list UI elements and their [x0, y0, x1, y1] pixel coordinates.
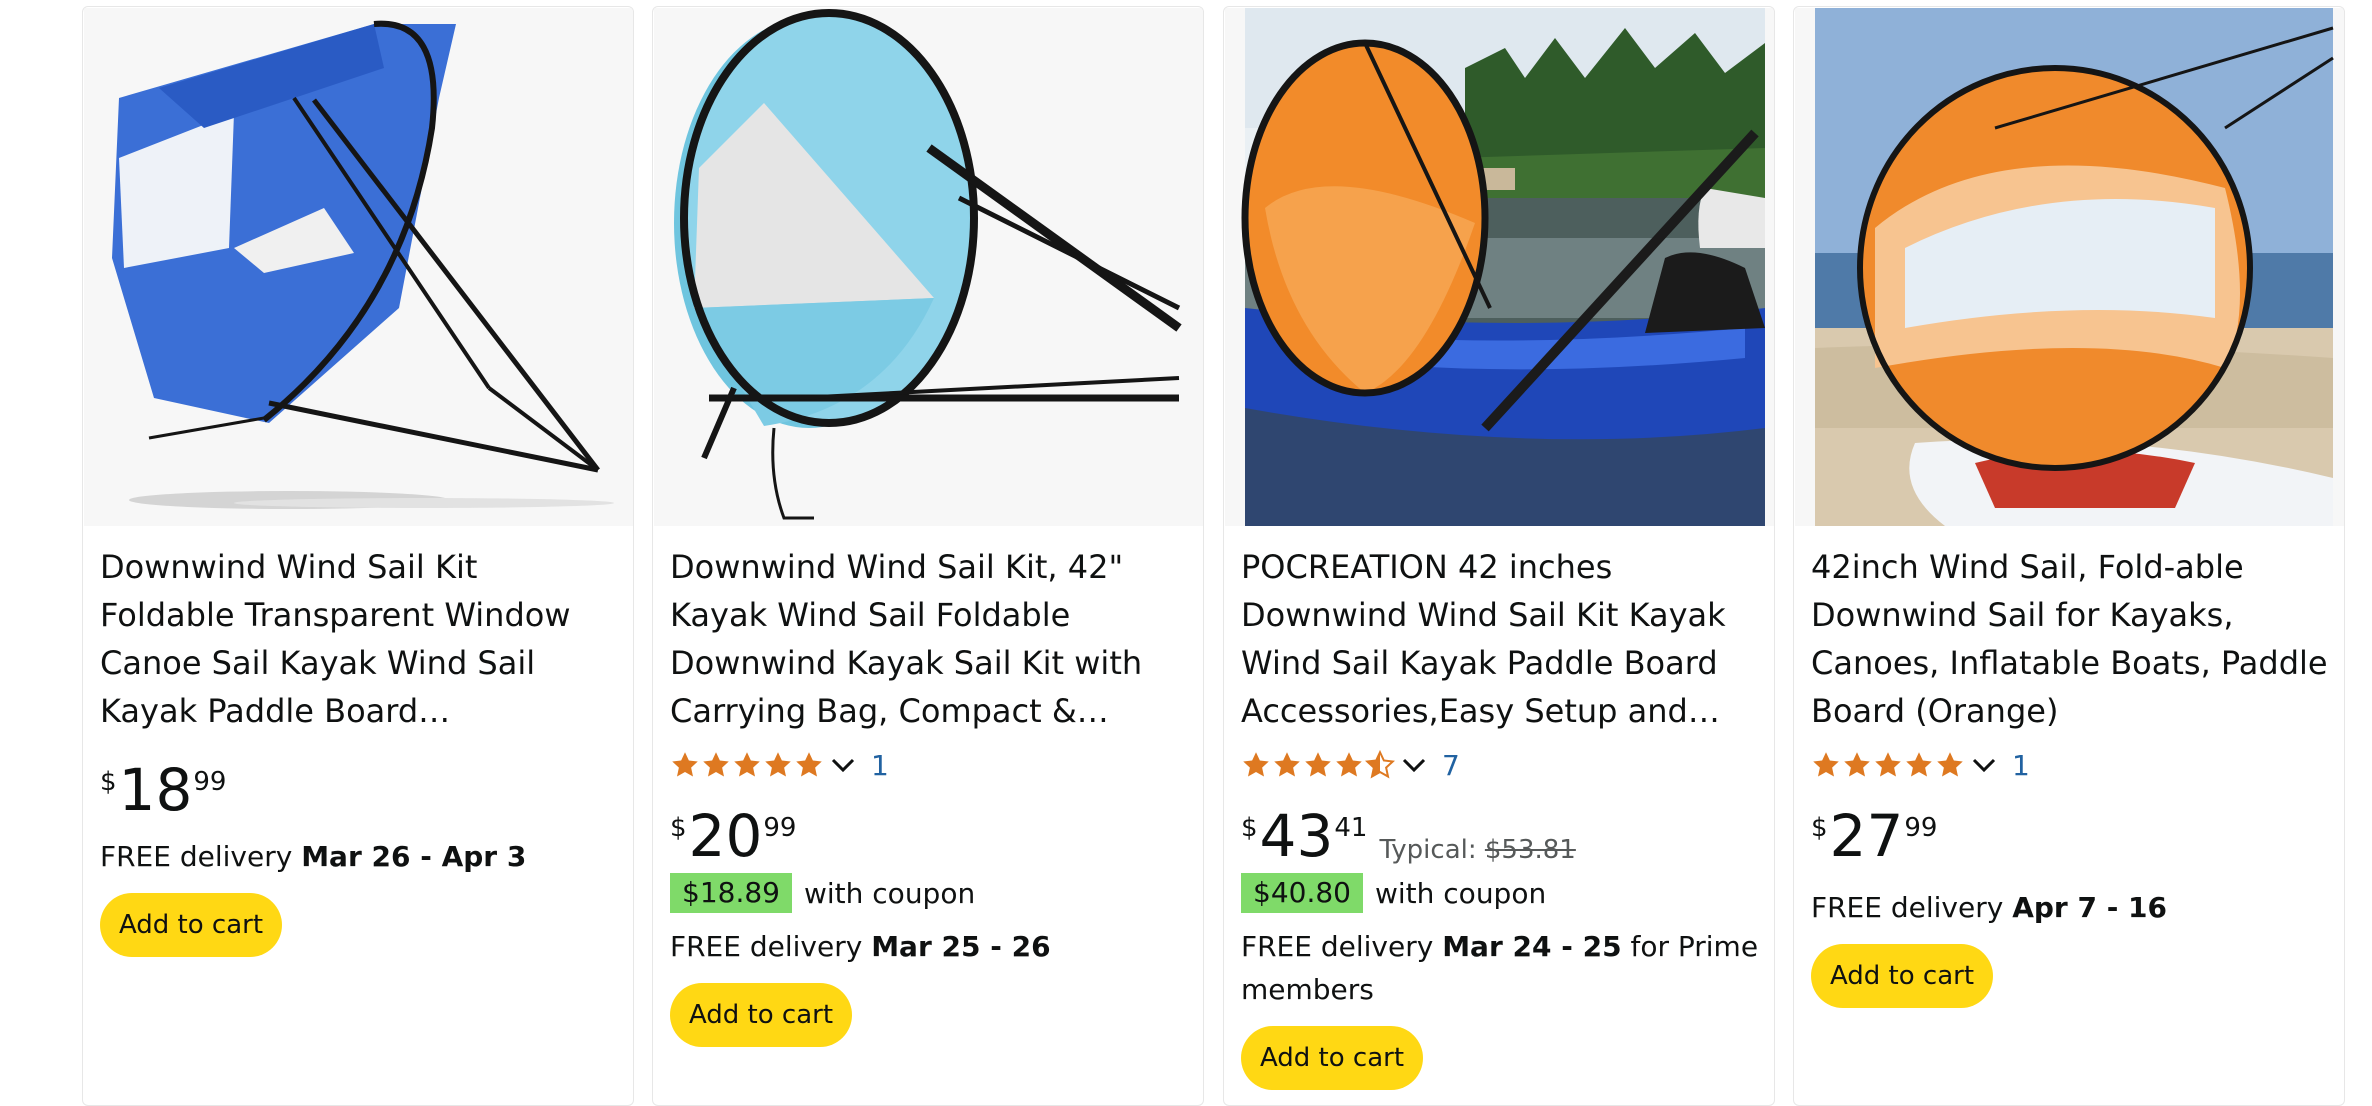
price-currency: $ — [670, 813, 687, 843]
coupon-text: with coupon — [1374, 876, 1547, 910]
product-price: $ 20 99 — [670, 807, 796, 865]
star-full-icon — [672, 752, 698, 777]
coupon-info: $18.89 with coupon — [670, 873, 975, 913]
product-price: $ 18 99 — [100, 761, 226, 819]
chevron-down-icon[interactable] — [829, 755, 857, 775]
product-rating[interactable]: 1 — [1811, 745, 2030, 785]
product-card[interactable]: Downwind Wind Sail Kit, 42" Kayak Wind S… — [652, 6, 1204, 1106]
price-whole: 27 — [1829, 802, 1904, 870]
price-whole: 20 — [688, 802, 763, 870]
price-fraction: 99 — [193, 767, 227, 797]
star-full-icon — [796, 752, 822, 777]
star-full-icon — [1906, 752, 1932, 777]
price-fraction: 99 — [1904, 813, 1938, 843]
light-blue-sail-image — [654, 8, 1203, 526]
product-grid: Downwind Wind Sail Kit Foldable Transpar… — [0, 0, 2372, 1106]
product-title[interactable]: 42inch Wind Sail, Fold-able Downwind Sai… — [1811, 543, 2331, 735]
delivery-prefix: FREE delivery — [1811, 891, 2013, 924]
add-to-cart-button[interactable]: Add to cart — [100, 893, 282, 957]
star-rating — [1811, 750, 1966, 780]
product-rating[interactable]: 7 — [1241, 745, 1460, 785]
price-fraction: 41 — [1334, 813, 1368, 843]
price-whole: 18 — [118, 756, 193, 824]
star-full-icon — [765, 752, 791, 777]
star-rating — [1241, 750, 1396, 780]
product-image[interactable] — [84, 8, 633, 526]
product-card[interactable]: POCREATION 42 inches Downwind Wind Sail … — [1223, 6, 1775, 1106]
rating-count-link[interactable]: 1 — [871, 749, 889, 782]
delivery-info: FREE delivery Mar 24 - 25 for Prime memb… — [1241, 925, 1761, 1011]
add-to-cart-button[interactable]: Add to cart — [670, 983, 852, 1047]
product-title[interactable]: Downwind Wind Sail Kit Foldable Transpar… — [100, 543, 620, 735]
typical-label: Typical: — [1379, 835, 1485, 865]
delivery-dates: Mar 26 - Apr 3 — [301, 840, 527, 873]
coupon-badge: $18.89 — [670, 873, 792, 913]
blue-sail-image — [84, 8, 633, 526]
product-card[interactable]: 42inch Wind Sail, Fold-able Downwind Sai… — [1793, 6, 2345, 1106]
price-currency: $ — [1811, 813, 1828, 843]
delivery-dates: Mar 24 - 25 — [1442, 930, 1622, 963]
rating-count-link[interactable]: 1 — [2012, 749, 2030, 782]
price-currency: $ — [1241, 813, 1258, 843]
product-image[interactable] — [1795, 8, 2344, 526]
price-fraction: 99 — [763, 813, 797, 843]
product-title[interactable]: Downwind Wind Sail Kit, 42" Kayak Wind S… — [670, 543, 1190, 735]
star-full-icon — [1336, 752, 1362, 777]
typical-price: Typical: $53.81 — [1379, 835, 1575, 865]
product-price: $ 43 41 Typical: $53.81 — [1241, 807, 1576, 865]
rating-count-link[interactable]: 7 — [1442, 749, 1460, 782]
chevron-down-icon[interactable] — [1400, 755, 1428, 775]
product-price: $ 27 99 — [1811, 807, 1937, 865]
delivery-dates: Apr 7 - 16 — [2012, 891, 2168, 924]
chevron-down-icon[interactable] — [1970, 755, 1998, 775]
delivery-info: FREE delivery Mar 26 - Apr 3 — [100, 835, 620, 878]
beach-sail-image — [1815, 8, 2334, 526]
typical-price-value: $53.81 — [1484, 835, 1576, 865]
star-full-icon — [1875, 752, 1901, 777]
star-full-icon — [1844, 752, 1870, 777]
coupon-badge: $40.80 — [1241, 873, 1363, 913]
product-image[interactable] — [1225, 8, 1774, 526]
delivery-prefix: FREE delivery — [670, 930, 872, 963]
delivery-prefix: FREE delivery — [100, 840, 302, 873]
product-image[interactable] — [654, 8, 1203, 526]
product-card[interactable]: Downwind Wind Sail Kit Foldable Transpar… — [82, 6, 634, 1106]
star-full-icon — [1937, 752, 1963, 777]
star-full-icon — [1274, 752, 1300, 777]
price-whole: 43 — [1259, 802, 1334, 870]
product-title[interactable]: POCREATION 42 inches Downwind Wind Sail … — [1241, 543, 1761, 735]
kayak-lake-image — [1241, 8, 1765, 526]
product-rating[interactable]: 1 — [670, 745, 889, 785]
star-full-icon — [1243, 752, 1269, 777]
add-to-cart-button[interactable]: Add to cart — [1241, 1026, 1423, 1090]
price-currency: $ — [100, 767, 117, 797]
delivery-prefix: FREE delivery — [1241, 930, 1443, 963]
star-half-icon — [1365, 750, 1395, 779]
delivery-dates: Mar 25 - 26 — [871, 930, 1051, 963]
add-to-cart-button[interactable]: Add to cart — [1811, 944, 1993, 1008]
coupon-info: $40.80 with coupon — [1241, 873, 1546, 913]
star-full-icon — [1305, 752, 1331, 777]
star-rating — [670, 750, 825, 780]
delivery-info: FREE delivery Mar 25 - 26 — [670, 925, 1190, 968]
coupon-text: with coupon — [803, 876, 976, 910]
star-full-icon — [734, 752, 760, 777]
star-full-icon — [1813, 752, 1839, 777]
star-full-icon — [703, 752, 729, 777]
delivery-info: FREE delivery Apr 7 - 16 — [1811, 886, 2331, 929]
